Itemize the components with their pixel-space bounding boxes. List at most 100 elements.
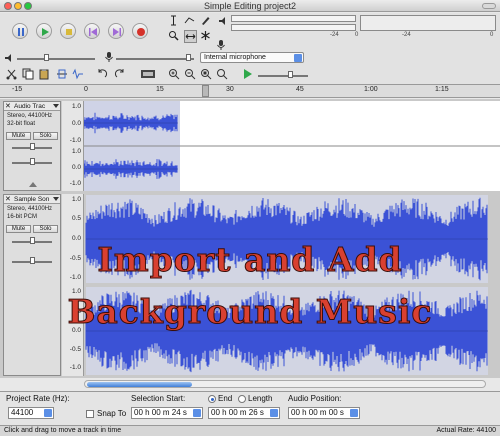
recording-meter[interactable] [360,15,496,31]
track-name-menu[interactable]: ✕ Audio Trac [4,102,60,111]
scale-label: 0.0 [71,120,81,127]
sync-lock-icon[interactable] [140,68,156,80]
ruler-tick: -15 [12,86,23,93]
draw-tool[interactable] [200,15,213,28]
waveform-background-music[interactable] [84,194,500,376]
redo-icon[interactable] [114,68,126,80]
ruler-tick: 1:15 [435,86,449,93]
gain-slider[interactable] [30,143,35,150]
project-rate-value: 44100 [11,408,34,417]
audio-position-field[interactable]: 00 h 00 m 00 s [288,407,360,419]
selection-start-label: Selection Start: [131,394,186,403]
pause-icon [18,28,24,36]
pan-slider[interactable] [30,158,35,165]
track-control-panel[interactable]: ✕ Audio Trac Stereo, 44100Hz 32-bit floa… [3,101,61,191]
mute-button[interactable]: Mute [6,225,31,233]
zoom-in-icon[interactable] [168,68,180,80]
cut-icon[interactable] [6,68,18,80]
playback-meter-right[interactable] [231,24,356,31]
trim-icon[interactable] [56,68,68,80]
toolbar-toggle-button[interactable] [482,3,496,9]
zoom-tool[interactable] [168,30,181,43]
pause-button[interactable] [12,23,28,39]
skip-to-start-icon [89,28,97,36]
playback-meter-tick: 0 [355,32,359,38]
scale-label: 1.0 [71,103,81,110]
track-control-panel[interactable]: ✕ Sample Son Stereo, 44100Hz 16-bit PCM … [3,194,61,376]
skip-to-start-button[interactable] [84,23,100,39]
scale-label: 0.0 [71,164,81,171]
selection-tool[interactable] [168,15,181,28]
play-speed-slider[interactable] [288,71,293,78]
magnifier-icon [169,31,179,41]
edit-toolbar [0,66,500,83]
fit-project-icon[interactable] [216,68,228,80]
multi-tool[interactable] [200,30,213,43]
scale-label: -1.0 [69,180,81,187]
input-volume-track[interactable] [116,58,194,60]
silence-icon[interactable] [72,68,84,80]
output-volume-track[interactable] [17,58,95,60]
snap-to-label: Snap To [97,409,127,418]
project-rate-label: Project Rate (Hz): [6,394,70,403]
input-volume-slider[interactable] [186,54,191,61]
status-bar: Click and drag to move a track in time A… [0,425,500,436]
end-label: End [218,394,233,403]
pencil-icon [202,17,210,25]
copy-icon[interactable] [22,68,34,80]
input-device-select[interactable]: Internal microphone [200,52,304,63]
play-head-marker[interactable] [202,85,209,97]
envelope-tool[interactable] [184,15,197,28]
mute-button[interactable]: Mute [6,132,31,140]
scale-label: 0.5 [71,215,81,222]
selection-start-field[interactable]: 00 h 00 m 24 s [131,407,203,419]
length-label: Length [248,394,273,403]
play-button[interactable] [36,23,52,39]
ruler-tick: 30 [226,86,234,93]
play-icon [42,28,49,36]
collapse-track-icon[interactable] [29,182,37,187]
playback-meter-left[interactable] [231,15,356,22]
skip-to-end-icon [113,28,121,36]
paste-icon[interactable] [38,68,50,80]
selection-end-field[interactable]: 00 h 00 m 26 s [208,407,280,419]
stop-button[interactable] [60,23,76,39]
ruler-tick: 15 [156,86,164,93]
snap-to-checkbox[interactable] [86,410,94,418]
end-radio[interactable] [208,395,216,403]
play-at-speed-icon[interactable] [242,68,254,80]
close-track-icon[interactable]: ✕ [5,195,11,203]
project-rate-select[interactable]: 44100 [8,407,54,419]
speaker-icon[interactable] [218,16,228,26]
headline-line-2: Background Music [67,292,433,332]
waveform-audio-clip[interactable] [84,101,500,191]
length-radio[interactable] [238,395,246,403]
microphone-icon[interactable] [216,39,226,51]
time-shift-tool[interactable] [184,30,197,43]
track-waveform[interactable] [84,194,500,376]
scrollbar-thumb[interactable] [87,382,192,387]
solo-button[interactable]: Solo [33,132,58,140]
output-volume-icon [5,54,11,62]
record-button[interactable] [132,23,148,39]
track-area: ✕ Audio Trac Stereo, 44100Hz 32-bit floa… [0,99,500,378]
solo-button[interactable]: Solo [33,225,58,233]
chevron-down-icon [44,409,52,417]
ruler-tick: 45 [296,86,304,93]
scale-label: 1.0 [71,196,81,203]
horizontal-scrollbar[interactable] [84,380,486,388]
close-track-icon[interactable]: ✕ [5,102,11,110]
ruler-tick: 0 [84,86,88,93]
track-scale-ruler: 1.0 0.0 -1.0 1.0 0.0 -1.0 [62,101,84,191]
output-volume-slider[interactable] [44,54,49,61]
chevron-down-icon [53,104,59,108]
skip-to-end-button[interactable] [108,23,124,39]
undo-icon[interactable] [96,68,108,80]
timeline-ruler[interactable]: -15 0 15 30 45 1:00 1:15 [0,84,500,98]
asterisk-icon [201,31,210,40]
track-name-menu[interactable]: ✕ Sample Son [4,195,60,204]
track-waveform[interactable] [84,101,500,191]
zoom-out-icon[interactable] [184,68,196,80]
fit-selection-icon[interactable] [200,68,212,80]
play-speed-track[interactable] [258,75,308,77]
